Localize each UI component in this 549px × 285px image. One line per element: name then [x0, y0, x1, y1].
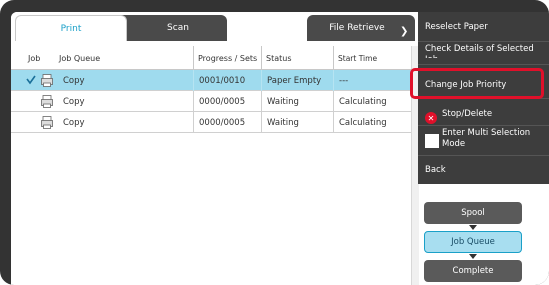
- checkmark-icon: [26, 75, 36, 85]
- row-job-name: Copy: [63, 75, 85, 86]
- header-progress: Progress / Sets: [193, 46, 260, 70]
- tab-print-label: Print: [60, 23, 82, 34]
- highlight-frame: [410, 68, 544, 99]
- copy-job-icon: [41, 116, 53, 129]
- tab-file-retrieve[interactable]: File Retrieve: [307, 15, 415, 41]
- header-job-queue: Job Queue: [59, 53, 101, 63]
- row-status: Waiting: [261, 91, 333, 112]
- job-queue-label: Job Queue: [451, 237, 495, 247]
- table-row[interactable]: Copy 0001/0010 Paper Empty ---: [11, 70, 411, 91]
- menu-multi-select[interactable]: Enter Multi Selection Mode: [442, 128, 542, 150]
- header-job: Job: [28, 53, 41, 63]
- row-job-name: Copy: [63, 96, 85, 107]
- copy-job-icon: [41, 74, 53, 87]
- tab-file-retrieve-label: File Retrieve: [329, 23, 385, 33]
- row-start-time: Calculating: [333, 91, 411, 112]
- device-frame: Scan Print File Retrieve Job Job Queue P…: [0, 0, 549, 285]
- row-start-time: ---: [333, 70, 411, 91]
- menu-divider: [418, 64, 549, 65]
- menu-reselect-paper[interactable]: Reselect Paper: [425, 22, 488, 33]
- table-row[interactable]: Copy 0000/0005 Waiting Calculating: [11, 112, 411, 133]
- menu-back[interactable]: Back: [425, 165, 446, 176]
- menu-stop-delete[interactable]: Stop/Delete: [442, 109, 492, 120]
- complete-label: Complete: [452, 266, 494, 276]
- spool-label: Spool: [461, 208, 485, 218]
- spool-button[interactable]: Spool: [424, 202, 522, 224]
- row-progress: 0000/0005: [193, 112, 260, 133]
- row-status: Paper Empty: [261, 70, 333, 91]
- tab-print[interactable]: Print: [15, 15, 127, 41]
- tab-scan-label: Scan: [167, 23, 189, 33]
- row-start-time: Calculating: [333, 112, 411, 133]
- menu-check-details[interactable]: Check Details of Selected Job: [425, 44, 535, 58]
- job-table: Job Job Queue Progress / Sets Status Sta…: [11, 46, 411, 133]
- row-progress: 0000/0005: [193, 91, 260, 112]
- menu-divider: [418, 125, 549, 126]
- complete-button[interactable]: Complete: [424, 260, 522, 282]
- arrow-down-icon: [469, 225, 477, 230]
- table-header: Job Job Queue Progress / Sets Status Sta…: [11, 46, 411, 70]
- table-row[interactable]: Copy 0000/0005 Waiting Calculating: [11, 91, 411, 112]
- checkbox-icon: [425, 134, 439, 148]
- stop-icon: ✕: [425, 112, 437, 124]
- header-start-time: Start Time: [333, 46, 411, 70]
- row-status: Waiting: [261, 112, 333, 133]
- copy-job-icon: [41, 95, 53, 108]
- header-status: Status: [261, 46, 333, 70]
- row-job-name: Copy: [63, 117, 85, 128]
- menu-divider: [418, 155, 549, 156]
- chevron-right-icon[interactable]: ❯: [400, 26, 408, 37]
- menu-divider: [418, 41, 549, 42]
- row-progress: 0001/0010: [193, 70, 260, 91]
- arrow-down-icon: [469, 254, 477, 259]
- job-queue-button[interactable]: Job Queue: [424, 231, 522, 253]
